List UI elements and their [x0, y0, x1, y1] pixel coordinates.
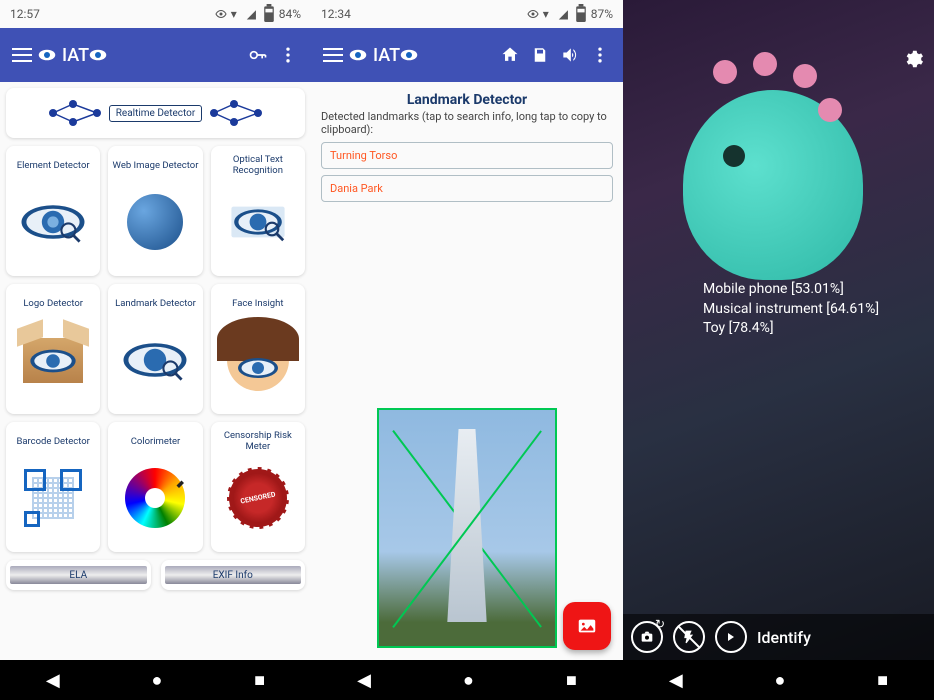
card-title: Face Insight: [232, 292, 283, 314]
detection-line: Mobile phone [53.01%]: [703, 280, 879, 300]
screen-realtime-camera: Mobile phone [53.01%] Musical instrument…: [623, 0, 934, 700]
camera-flip-icon[interactable]: ↻: [631, 621, 663, 653]
card-title: Element Detector: [17, 154, 90, 176]
menu-icon[interactable]: [12, 48, 32, 62]
app-logo-eye-left: [38, 48, 56, 62]
censored-stamp-icon: CENSORED: [215, 452, 301, 544]
landmark-detector-card[interactable]: Landmark Detector: [108, 284, 202, 414]
app-bar: IAT: [311, 28, 623, 82]
censorship-risk-meter-card[interactable]: Censorship Risk Meter CENSORED: [211, 422, 305, 552]
card-title: Logo Detector: [23, 292, 83, 314]
status-time: 12:34: [321, 7, 351, 21]
battery-percent: 84%: [279, 7, 301, 21]
web-image-detector-card[interactable]: Web Image Detector: [108, 146, 202, 276]
back-nav-icon[interactable]: ◀: [357, 670, 371, 691]
box-eye-icon: [10, 314, 96, 406]
node-graph-right: [208, 98, 264, 128]
node-graph-left: [47, 98, 103, 128]
nav-bar: ◀ ● ■: [0, 660, 311, 700]
eye-icon: [10, 176, 96, 268]
card-title: Censorship Risk Meter: [215, 430, 301, 452]
landmark-description: Detected landmarks (tap to search info, …: [321, 110, 613, 136]
realtime-detector-card[interactable]: Realtime Detector: [6, 88, 305, 138]
app-logo-eye-right: [400, 48, 418, 62]
ocr-eye-icon: [215, 176, 301, 268]
wifi-icon: ▾: [543, 8, 555, 20]
gallery-fab-button[interactable]: [563, 602, 611, 650]
landmark-content: Landmark Detector Detected landmarks (ta…: [311, 82, 623, 660]
settings-icon[interactable]: [902, 48, 924, 74]
recent-nav-icon[interactable]: ■: [254, 670, 265, 691]
signal-icon: ◢: [559, 8, 571, 20]
overflow-icon[interactable]: [273, 40, 303, 70]
main-content: Realtime Detector Element Detector Web I…: [0, 82, 311, 660]
exif-info-card[interactable]: EXIF Info: [161, 560, 306, 590]
card-title: Web Image Detector: [113, 154, 199, 176]
eye-status-icon: [527, 8, 539, 20]
face-insight-card[interactable]: Face Insight: [211, 284, 305, 414]
home-nav-icon[interactable]: ●: [152, 670, 163, 691]
camera-subject: [683, 90, 863, 280]
app-logo-eye-right: [89, 48, 107, 62]
card-title: Landmark Detector: [115, 292, 196, 314]
landmark-eye-icon: [112, 314, 198, 406]
recent-nav-icon[interactable]: ■: [566, 670, 577, 691]
status-time: 12:57: [10, 7, 40, 21]
face-eye-icon: [215, 314, 301, 406]
colorwheel-icon: [112, 452, 198, 544]
identify-button[interactable]: Identify: [757, 628, 811, 647]
app-title: IAT: [62, 45, 89, 66]
optical-text-recognition-card[interactable]: Optical Text Recognition: [211, 146, 305, 276]
nav-bar: ◀ ● ■: [623, 660, 934, 700]
landmark-title: Landmark Detector: [321, 92, 613, 108]
flash-off-icon[interactable]: [673, 621, 705, 653]
app-logo-eye-left: [349, 48, 367, 62]
screen-main-grid: 12:57 ▾ ◢ 84% IAT Realtime Detector: [0, 0, 311, 700]
status-bar: 12:57 ▾ ◢ 84%: [0, 0, 311, 28]
card-title: Colorimeter: [131, 430, 181, 452]
save-icon[interactable]: [525, 40, 555, 70]
status-bar: 12:34 ▾ ◢ 87%: [311, 0, 623, 28]
qrcode-icon: [10, 452, 96, 544]
nav-bar: ◀ ● ■: [311, 660, 623, 700]
detection-line: Musical instrument [64.61%]: [703, 300, 879, 320]
app-bar: IAT: [0, 28, 311, 82]
detection-results: Mobile phone [53.01%] Musical instrument…: [703, 280, 879, 339]
screen-landmark-detector: 12:34 ▾ ◢ 87% IAT Landmark Detector Dete…: [311, 0, 623, 700]
eye-status-icon: [215, 8, 227, 20]
detection-line: Toy [78.4%]: [703, 319, 879, 339]
speak-icon[interactable]: [715, 621, 747, 653]
ela-card[interactable]: ELA: [6, 560, 151, 590]
landmark-result-item[interactable]: Turning Torso: [321, 142, 613, 169]
signal-icon: ◢: [247, 8, 259, 20]
barcode-detector-card[interactable]: Barcode Detector: [6, 422, 100, 552]
card-title: Optical Text Recognition: [215, 154, 301, 176]
landmark-image-preview[interactable]: [377, 408, 557, 648]
battery-percent: 87%: [591, 7, 613, 21]
key-icon[interactable]: [243, 40, 273, 70]
battery-icon: [263, 8, 275, 20]
colorimeter-card[interactable]: Colorimeter: [108, 422, 202, 552]
home-nav-icon[interactable]: ●: [463, 670, 474, 691]
globe-eye-icon: [112, 176, 198, 268]
menu-icon[interactable]: [323, 48, 343, 62]
back-nav-icon[interactable]: ◀: [669, 670, 683, 691]
app-title: IAT: [373, 45, 400, 66]
home-nav-icon[interactable]: ●: [775, 670, 786, 691]
logo-detector-card[interactable]: Logo Detector: [6, 284, 100, 414]
landmark-result-item[interactable]: Dania Park: [321, 175, 613, 202]
overflow-icon[interactable]: [585, 40, 615, 70]
back-nav-icon[interactable]: ◀: [46, 670, 60, 691]
recent-nav-icon[interactable]: ■: [877, 670, 888, 691]
wifi-icon: ▾: [231, 8, 243, 20]
realtime-detector-label: Realtime Detector: [109, 105, 203, 122]
home-icon[interactable]: [495, 40, 525, 70]
element-detector-card[interactable]: Element Detector: [6, 146, 100, 276]
volume-icon[interactable]: [555, 40, 585, 70]
camera-controls: ↻ Identify: [623, 614, 934, 660]
card-title: Barcode Detector: [16, 430, 89, 452]
battery-icon: [575, 8, 587, 20]
